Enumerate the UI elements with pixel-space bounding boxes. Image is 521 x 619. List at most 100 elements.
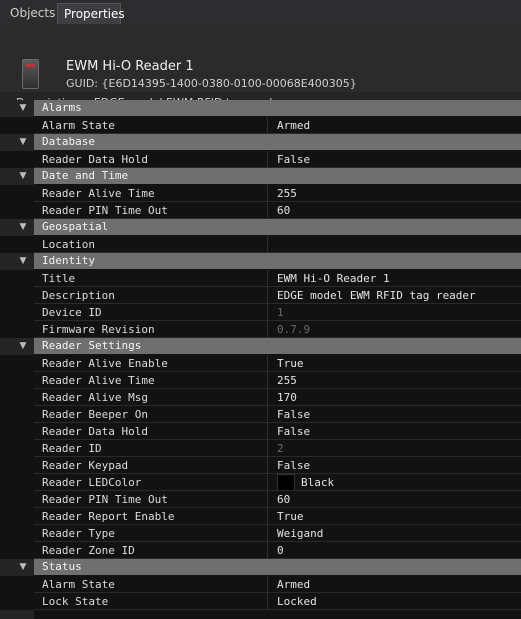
collapse-toggle-icon[interactable]: ▼	[17, 339, 29, 353]
property-value-text: 255	[277, 187, 297, 200]
object-header: EWM Hi-O Reader 1 GUID: {E6D14395-1400-0…	[0, 24, 521, 109]
property-value-text: Armed	[277, 578, 311, 591]
property-value-text: False	[277, 425, 311, 438]
property-value: 0.7.9	[268, 321, 521, 338]
property-value[interactable]: 60	[268, 491, 521, 508]
category-label: Reader Settings	[42, 339, 142, 352]
property-value-text: 0.7.9	[277, 323, 311, 336]
color-swatch	[277, 474, 295, 490]
category-geospatial[interactable]: ▼ Geospatial	[0, 219, 521, 236]
category-label: Date and Time	[42, 169, 129, 182]
property-value: 2	[268, 440, 521, 457]
tab-properties[interactable]: Properties	[57, 3, 125, 24]
collapse-toggle-icon[interactable]: ▼	[17, 101, 29, 115]
property-row[interactable]: Alarm State Armed	[0, 576, 521, 593]
property-name: Location	[34, 236, 268, 253]
property-value[interactable]: Black	[268, 474, 521, 491]
property-value-text: Locked	[277, 595, 317, 608]
property-value[interactable]	[268, 236, 521, 253]
collapse-toggle-icon[interactable]: ▼	[17, 169, 29, 183]
property-grid: ▼ Alarms Alarm State Armed ▼ Database Reader D…	[0, 100, 521, 619]
property-value[interactable]: False	[268, 423, 521, 440]
property-row[interactable]: Lock State Locked	[0, 593, 521, 610]
property-row[interactable]: Firmware Revision 0.7.9	[0, 321, 521, 338]
property-row[interactable]: Device ID 1	[0, 304, 521, 321]
property-row[interactable]: Reader PIN Time Out 60	[0, 202, 521, 219]
tab-objects[interactable]: Objects	[4, 3, 56, 24]
property-value[interactable]: 60	[268, 202, 521, 219]
property-row[interactable]: Reader Report Enable True	[0, 508, 521, 525]
collapse-toggle-icon[interactable]: ▼	[17, 254, 29, 268]
property-name: Firmware Revision	[34, 321, 268, 338]
category-label: Database	[42, 135, 95, 148]
property-value[interactable]: Weigand	[268, 525, 521, 542]
category-reader-settings[interactable]: ▼ Reader Settings	[0, 338, 521, 355]
category-bar	[34, 253, 521, 269]
property-name: Reader PIN Time Out	[34, 491, 268, 508]
property-value[interactable]: 170	[268, 389, 521, 406]
property-value-text: 255	[277, 374, 297, 387]
property-value-text: 60	[277, 204, 291, 217]
property-value[interactable]: False	[268, 457, 521, 474]
property-name: Reader Alive Time	[34, 372, 268, 389]
category-database[interactable]: ▼ Database	[0, 134, 521, 151]
property-value[interactable]: 255	[268, 372, 521, 389]
category-bar	[34, 100, 521, 116]
guid-line: GUID: {E6D14395-1400-0380-0100-00068E400…	[66, 77, 357, 90]
category-status[interactable]: ▼ Status	[0, 559, 521, 576]
property-name: Alarm State	[34, 117, 268, 134]
property-value[interactable]: 255	[268, 185, 521, 202]
property-row[interactable]: Alarm State Armed	[0, 117, 521, 134]
property-name: Reader Keypad	[34, 457, 268, 474]
property-row[interactable]: Reader PIN Time Out 60	[0, 491, 521, 508]
category-date-and-time[interactable]: ▼ Date and Time	[0, 168, 521, 185]
property-row[interactable]: Reader Alive Msg 170	[0, 389, 521, 406]
property-name: Reader Alive Time	[34, 185, 268, 202]
category-label: Identity	[42, 254, 95, 267]
property-row[interactable]: Reader Keypad False	[0, 457, 521, 474]
property-name: Reader Zone ID	[34, 542, 268, 559]
property-value[interactable]: True	[268, 508, 521, 525]
property-row[interactable]: Reader Beeper On False	[0, 406, 521, 423]
property-name: Reader Type	[34, 525, 268, 542]
property-row[interactable]: Reader LEDColor Black	[0, 474, 521, 491]
property-value[interactable]: False	[268, 151, 521, 168]
property-row[interactable]: Location	[0, 236, 521, 253]
property-name: Reader ID	[34, 440, 268, 457]
property-value-text: EWM Hi-O Reader 1	[277, 272, 390, 285]
property-row[interactable]: Reader Alive Enable True	[0, 355, 521, 372]
property-name: Reader Data Hold	[34, 423, 268, 440]
property-name: Alarm State	[34, 576, 268, 593]
property-value[interactable]: True	[268, 355, 521, 372]
property-value[interactable]: 0	[268, 542, 521, 559]
property-value[interactable]: Armed	[268, 576, 521, 593]
property-row[interactable]: Reader Data Hold False	[0, 151, 521, 168]
category-label: Alarms	[42, 101, 82, 114]
property-name: Lock State	[34, 593, 268, 610]
property-value[interactable]: EDGE model EWM RFID tag reader	[268, 287, 521, 304]
property-row[interactable]: Reader Alive Time 255	[0, 372, 521, 389]
property-row[interactable]: Title EWM Hi-O Reader 1	[0, 270, 521, 287]
property-row[interactable]: Reader Type Weigand	[0, 525, 521, 542]
property-value[interactable]: False	[268, 406, 521, 423]
property-row[interactable]: Reader ID 2	[0, 440, 521, 457]
property-value[interactable]: EWM Hi-O Reader 1	[268, 270, 521, 287]
property-name: Device ID	[34, 304, 268, 321]
card-reader-icon	[22, 59, 39, 89]
property-row[interactable]: Description EDGE model EWM RFID tag reade…	[0, 287, 521, 304]
property-value[interactable]: Armed	[268, 117, 521, 134]
collapse-toggle-icon[interactable]: ▼	[17, 560, 29, 574]
collapse-toggle-icon[interactable]: ▼	[17, 135, 29, 149]
property-value-text: 2	[277, 442, 284, 455]
collapse-toggle-icon[interactable]: ▼	[17, 220, 29, 234]
property-value-text: False	[277, 153, 311, 166]
property-row[interactable]: Reader Zone ID 0	[0, 542, 521, 559]
property-row[interactable]: Reader Alive Time 255	[0, 185, 521, 202]
property-name: Reader Alive Msg	[34, 389, 268, 406]
property-value[interactable]: Locked	[268, 593, 521, 610]
category-alarms[interactable]: ▼ Alarms	[0, 100, 521, 117]
property-row[interactable]: Reader Data Hold False	[0, 423, 521, 440]
category-identity[interactable]: ▼ Identity	[0, 253, 521, 270]
property-name: Reader Data Hold	[34, 151, 268, 168]
property-value-text: 1	[277, 306, 284, 319]
